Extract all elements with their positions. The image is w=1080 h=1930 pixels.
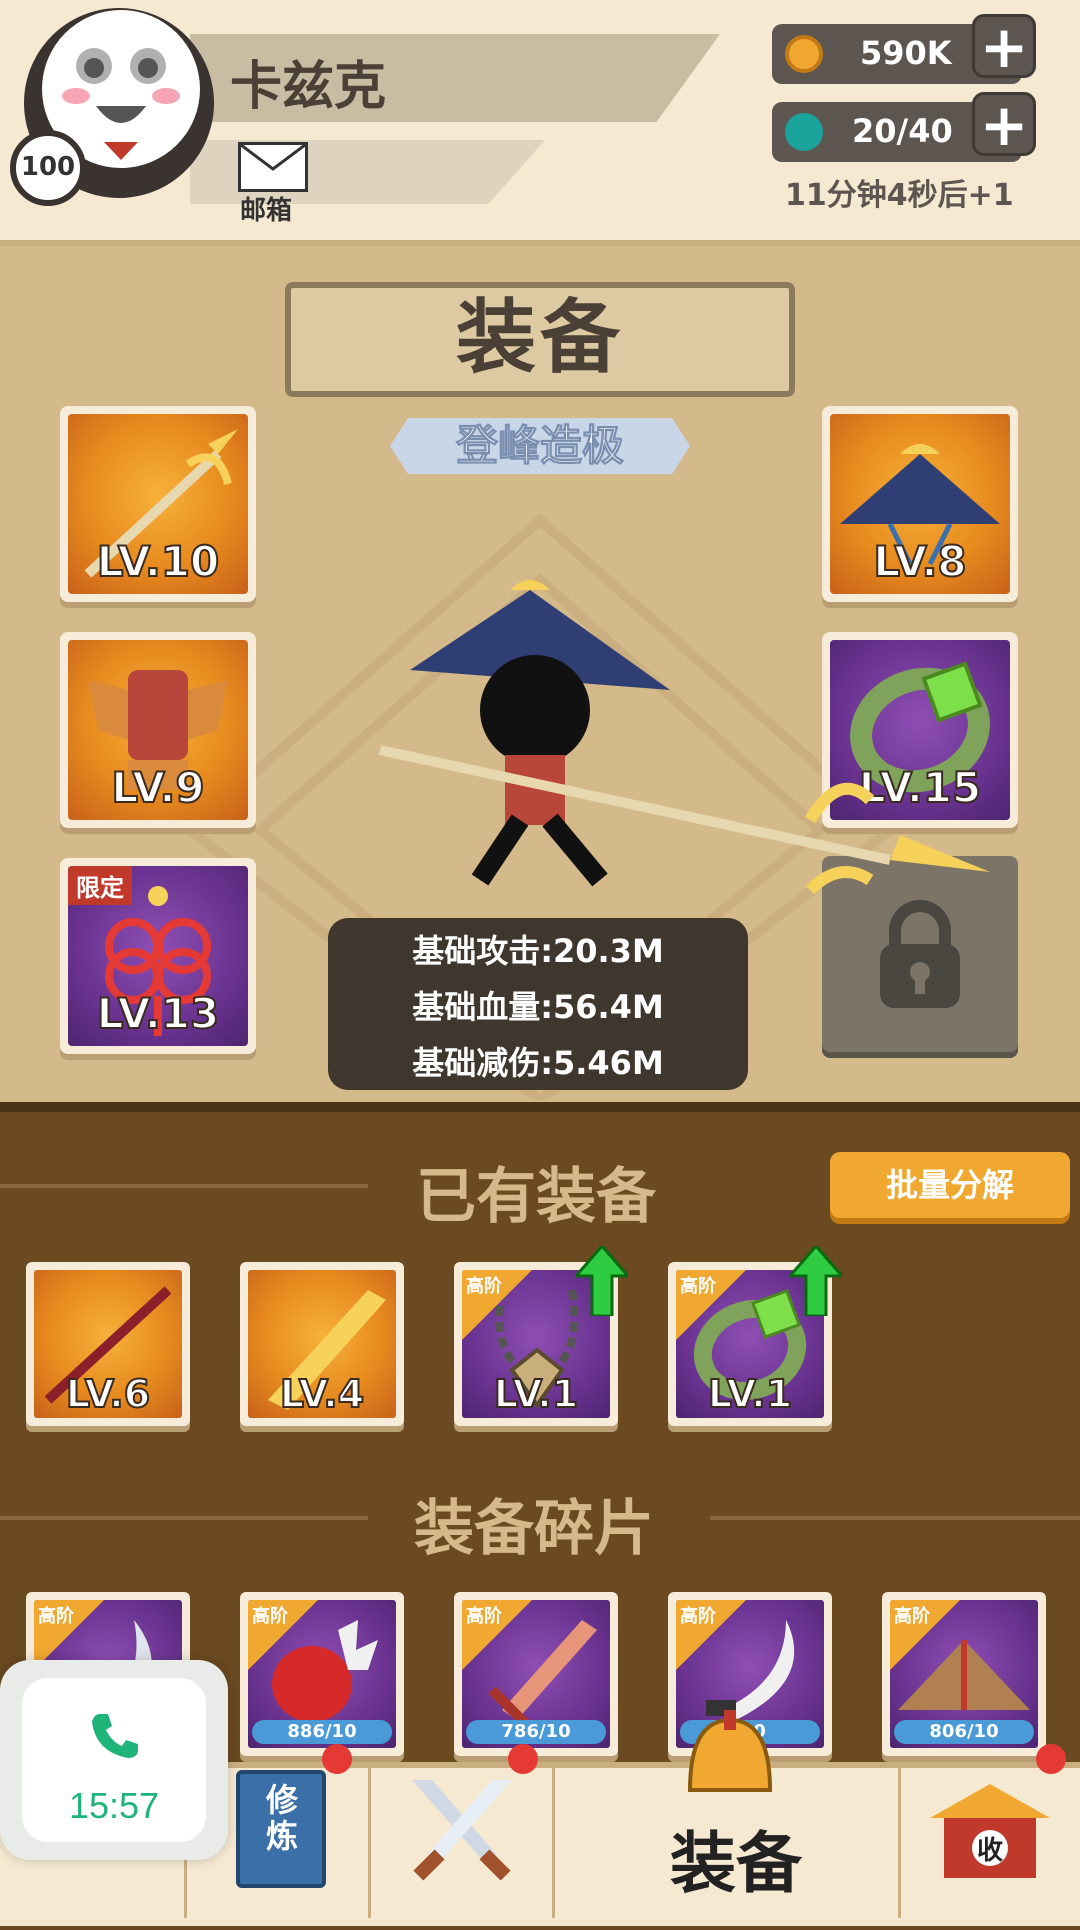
batch-decompose-button[interactable]: 批量分解 xyxy=(830,1152,1070,1218)
nav-battle-tab[interactable] xyxy=(402,1770,522,1890)
notification-dot xyxy=(322,1744,352,1774)
tier-text: 高阶 xyxy=(466,1606,502,1627)
collect-text: 收 xyxy=(976,1836,1003,1866)
mail-label[interactable]: 邮箱 xyxy=(240,190,292,227)
notification-dot xyxy=(1036,1744,1066,1774)
phone-icon xyxy=(92,1714,138,1758)
mail-icon[interactable] xyxy=(238,142,308,192)
page-title: 装备 xyxy=(456,291,624,384)
slot-level: LV.10 xyxy=(96,536,220,587)
nav-divider xyxy=(552,1768,555,1918)
equip-slot-accessory[interactable]: 限定 LV.13 xyxy=(60,858,256,1054)
fragments-title: 装备碎片 xyxy=(414,1494,654,1564)
divider xyxy=(0,1516,368,1520)
fragment-count: 786/10 xyxy=(466,1720,606,1744)
fragment-count: 886/10 xyxy=(252,1720,392,1744)
player-level-badge: 100 xyxy=(10,130,86,206)
tier-text: 高阶 xyxy=(680,1276,716,1297)
upgrade-arrow-icon xyxy=(576,1246,628,1316)
fragment-item[interactable]: 高阶 786/10 xyxy=(454,1592,618,1756)
slot-level: LV.13 xyxy=(96,988,220,1039)
tier-text: 高阶 xyxy=(466,1276,502,1297)
divider xyxy=(0,1184,368,1188)
item-level: LV.6 xyxy=(65,1371,151,1417)
lock-icon xyxy=(880,900,960,1008)
limited-tag: 限定 xyxy=(68,866,132,905)
tier-text: 高阶 xyxy=(38,1606,74,1627)
stat-damage-reduction: 基础减伤:5.46M xyxy=(412,1044,664,1082)
item-level: LV.4 xyxy=(279,1371,365,1417)
divider xyxy=(710,1516,1080,1520)
tier-text: 高阶 xyxy=(252,1606,288,1627)
energy-icon xyxy=(785,113,823,151)
fragment-count: 806/10 xyxy=(894,1720,1034,1744)
tier-text: 高阶 xyxy=(680,1606,716,1627)
add-coins-button[interactable]: + xyxy=(972,14,1036,78)
owned-item[interactable]: LV.4 xyxy=(240,1262,404,1426)
stat-attack: 基础攻击:20.3M xyxy=(412,932,664,970)
character-sprite xyxy=(378,580,990,895)
coin-icon xyxy=(785,35,823,73)
nav-divider xyxy=(368,1768,371,1918)
notification-dot xyxy=(508,1744,538,1774)
fragment-item[interactable]: 高阶 886/10 xyxy=(240,1592,404,1756)
book-icon-text: 修炼 xyxy=(265,1781,298,1855)
call-duration: 15:57 xyxy=(68,1785,160,1826)
coin-amount: 590K xyxy=(860,34,952,72)
equip-slot-weapon[interactable]: LV.10 xyxy=(60,406,256,602)
slot-level: LV.9 xyxy=(110,762,205,813)
stat-health: 基础血量:56.4M xyxy=(412,988,664,1026)
helmet-icon xyxy=(687,1710,773,1792)
tier-text: 高阶 xyxy=(894,1606,930,1627)
item-level: LV.1 xyxy=(707,1371,793,1417)
nav-cultivate-tab[interactable]: 修炼 xyxy=(236,1770,326,1888)
upgrade-arrow-icon xyxy=(790,1246,842,1316)
nav-divider xyxy=(898,1768,901,1918)
energy-timer: 11分钟4秒后+1 xyxy=(785,178,1014,213)
item-level: LV.1 xyxy=(493,1371,579,1417)
energy-amount: 20/40 xyxy=(852,112,953,150)
add-energy-button[interactable]: + xyxy=(972,92,1036,156)
nav-collect-tab[interactable]: 收 xyxy=(930,1784,1050,1880)
rank-subtitle: 登峰造极 xyxy=(455,421,624,471)
fragment-item[interactable]: 高阶 806/10 xyxy=(882,1592,1046,1756)
player-name: 卡兹克 xyxy=(230,57,387,117)
nav-equipment-tab[interactable]: 装备 xyxy=(670,1810,802,1906)
owned-equipment-title: 已有装备 xyxy=(416,1162,656,1232)
equip-slot-armor[interactable]: LV.9 xyxy=(60,632,256,828)
owned-item[interactable]: LV.6 xyxy=(26,1262,190,1426)
